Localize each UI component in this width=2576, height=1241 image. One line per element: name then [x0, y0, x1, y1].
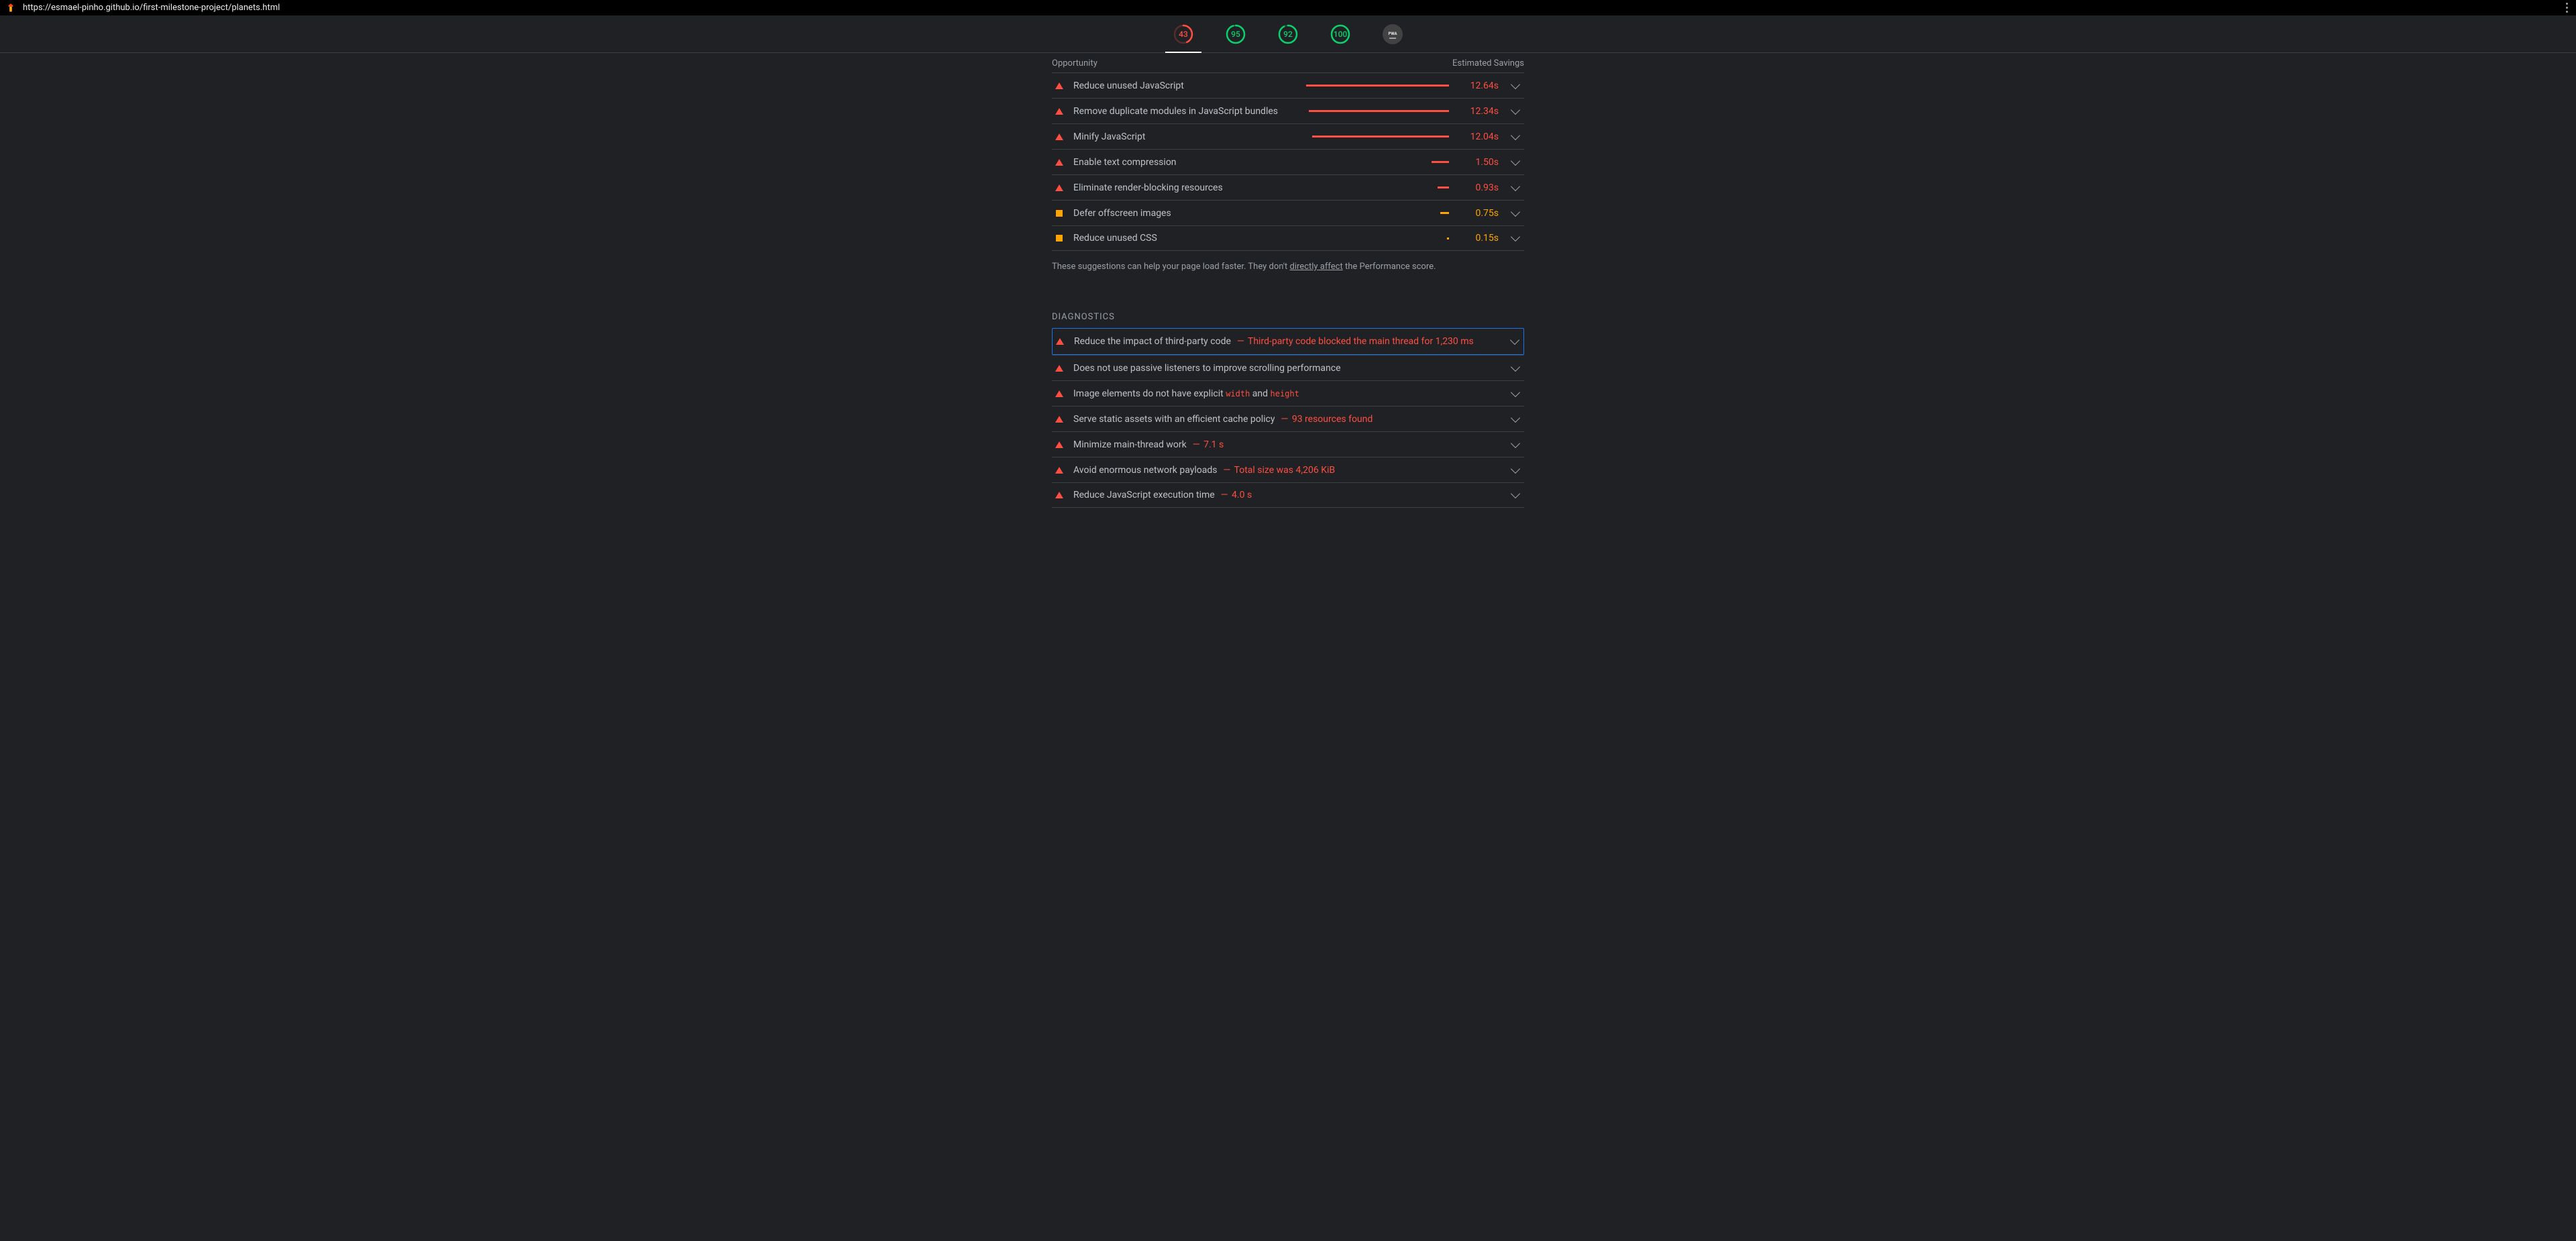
chevron-down-icon	[1511, 413, 1520, 422]
diagnostic-title: Image elements do not have explicit widt…	[1073, 388, 1299, 399]
diagnostic-detail: — 93 resources found	[1279, 414, 1373, 425]
savings-value: 12.04s	[1457, 131, 1499, 142]
opportunity-row[interactable]: Minify JavaScript 12.04s	[1052, 123, 1524, 149]
opportunity-header-label: Opportunity	[1052, 58, 1097, 68]
chevron-down-icon	[1511, 489, 1520, 498]
diagnostic-title: Does not use passive listeners to improv…	[1073, 363, 1341, 374]
opportunity-title: Minify JavaScript	[1073, 131, 1146, 142]
savings-bar	[1306, 85, 1449, 87]
opportunities-note: These suggestions can help your page loa…	[1052, 251, 1524, 272]
diagnostic-row[interactable]: Image elements do not have explicit widt…	[1052, 380, 1524, 406]
triangle-icon	[1053, 83, 1065, 89]
diagnostics-heading: DIAGNOSTICS	[1052, 312, 1524, 322]
savings-bar	[1306, 161, 1449, 163]
chevron-down-icon	[1511, 156, 1520, 165]
chevron-down-icon	[1511, 79, 1520, 89]
page-url: https://esmael-pinho.github.io/first-mil…	[23, 3, 280, 13]
gauge-pwa[interactable]: PWA	[1375, 15, 1411, 53]
diagnostic-title: Reduce the impact of third-party code — …	[1074, 336, 1474, 347]
main-content: Opportunity Estimated Savings Reduce unu…	[1052, 53, 1524, 535]
savings-bar	[1306, 136, 1449, 138]
diagnostic-detail: — Total size was 4,206 KiB	[1222, 465, 1335, 476]
diagnostic-detail: — 4.0 s	[1220, 490, 1252, 500]
opportunity-row[interactable]: Eliminate render-blocking resources 0.93…	[1052, 174, 1524, 200]
opportunities-header: Opportunity Estimated Savings	[1052, 53, 1524, 72]
gauge-2[interactable]: 92	[1270, 15, 1306, 53]
diagnostics-list: Reduce the impact of third-party code — …	[1052, 328, 1524, 508]
chevron-down-icon	[1511, 438, 1520, 447]
diagnostic-row[interactable]: Reduce JavaScript execution time — 4.0 s	[1052, 482, 1524, 508]
diagnostic-title: Reduce JavaScript execution time — 4.0 s	[1073, 490, 1252, 500]
opportunity-title: Eliminate render-blocking resources	[1073, 182, 1223, 193]
opportunity-title: Enable text compression	[1073, 157, 1177, 168]
opportunity-title: Reduce unused JavaScript	[1073, 80, 1184, 91]
savings-value: 0.75s	[1457, 208, 1499, 219]
opportunity-row[interactable]: Enable text compression 1.50s	[1052, 149, 1524, 174]
score-gauges-bar: 43 95 92 100 PWA	[0, 15, 2576, 53]
savings-value: 12.34s	[1457, 106, 1499, 117]
diagnostic-title: Serve static assets with an efficient ca…	[1073, 414, 1373, 425]
opportunity-row[interactable]: Defer offscreen images 0.75s	[1052, 200, 1524, 225]
diagnostic-title: Avoid enormous network payloads — Total …	[1073, 465, 1335, 476]
savings-bar	[1306, 237, 1449, 239]
savings-bar	[1306, 212, 1449, 214]
more-options-icon[interactable]	[2563, 0, 2571, 15]
triangle-icon	[1054, 338, 1066, 345]
savings-value: 0.93s	[1457, 182, 1499, 193]
diagnostic-title: Minimize main-thread work — 7.1 s	[1073, 439, 1224, 450]
triangle-icon	[1053, 184, 1065, 191]
triangle-icon	[1053, 133, 1065, 140]
diagnostic-row[interactable]: Serve static assets with an efficient ca…	[1052, 406, 1524, 431]
chevron-down-icon	[1511, 387, 1520, 396]
savings-bar	[1306, 186, 1449, 188]
diagnostic-row[interactable]: Reduce the impact of third-party code — …	[1052, 328, 1524, 355]
chevron-down-icon	[1511, 232, 1520, 241]
gauge-3[interactable]: 100	[1322, 15, 1358, 53]
triangle-icon	[1053, 159, 1065, 166]
chevron-down-icon	[1511, 362, 1520, 371]
triangle-icon	[1053, 467, 1065, 474]
chevron-down-icon	[1511, 464, 1520, 473]
directly-affect-link[interactable]: directly affect	[1290, 262, 1343, 272]
opportunity-title: Reduce unused CSS	[1073, 233, 1157, 244]
triangle-icon	[1053, 441, 1065, 448]
opportunity-row[interactable]: Reduce unused JavaScript 12.64s	[1052, 72, 1524, 98]
chevron-down-icon	[1511, 105, 1520, 114]
gauge-1[interactable]: 95	[1218, 15, 1254, 53]
diagnostic-row[interactable]: Minimize main-thread work — 7.1 s	[1052, 431, 1524, 457]
savings-value: 1.50s	[1457, 157, 1499, 168]
opportunity-row[interactable]: Remove duplicate modules in JavaScript b…	[1052, 98, 1524, 123]
triangle-icon	[1053, 390, 1065, 397]
opportunity-title: Defer offscreen images	[1073, 208, 1171, 219]
diagnostic-row[interactable]: Does not use passive listeners to improv…	[1052, 355, 1524, 380]
chevron-down-icon	[1511, 130, 1520, 140]
top-url-bar: https://esmael-pinho.github.io/first-mil…	[0, 0, 2576, 15]
opportunity-row[interactable]: Reduce unused CSS 0.15s	[1052, 225, 1524, 251]
diagnostic-detail: — 7.1 s	[1191, 439, 1224, 450]
savings-bar	[1306, 110, 1449, 112]
triangle-icon	[1053, 108, 1065, 115]
pwa-icon: PWA	[1383, 24, 1403, 44]
triangle-icon	[1053, 492, 1065, 498]
triangle-icon	[1053, 365, 1065, 372]
chevron-down-icon	[1511, 207, 1520, 216]
chevron-down-icon	[1510, 335, 1519, 345]
chevron-down-icon	[1511, 181, 1520, 191]
triangle-icon	[1053, 416, 1065, 423]
square-icon	[1053, 210, 1065, 217]
gauge-0[interactable]: 43	[1165, 15, 1201, 53]
diagnostic-row[interactable]: Avoid enormous network payloads — Total …	[1052, 457, 1524, 482]
opportunities-list: Reduce unused JavaScript 12.64s Remove d…	[1052, 72, 1524, 251]
savings-value: 12.64s	[1457, 80, 1499, 91]
opportunity-title: Remove duplicate modules in JavaScript b…	[1073, 106, 1278, 117]
estimated-savings-header-label: Estimated Savings	[1452, 58, 1524, 68]
square-icon	[1053, 235, 1065, 241]
diagnostic-detail: — Third-party code blocked the main thre…	[1236, 336, 1474, 347]
savings-value: 0.15s	[1457, 233, 1499, 244]
lighthouse-logo-icon	[5, 3, 16, 13]
